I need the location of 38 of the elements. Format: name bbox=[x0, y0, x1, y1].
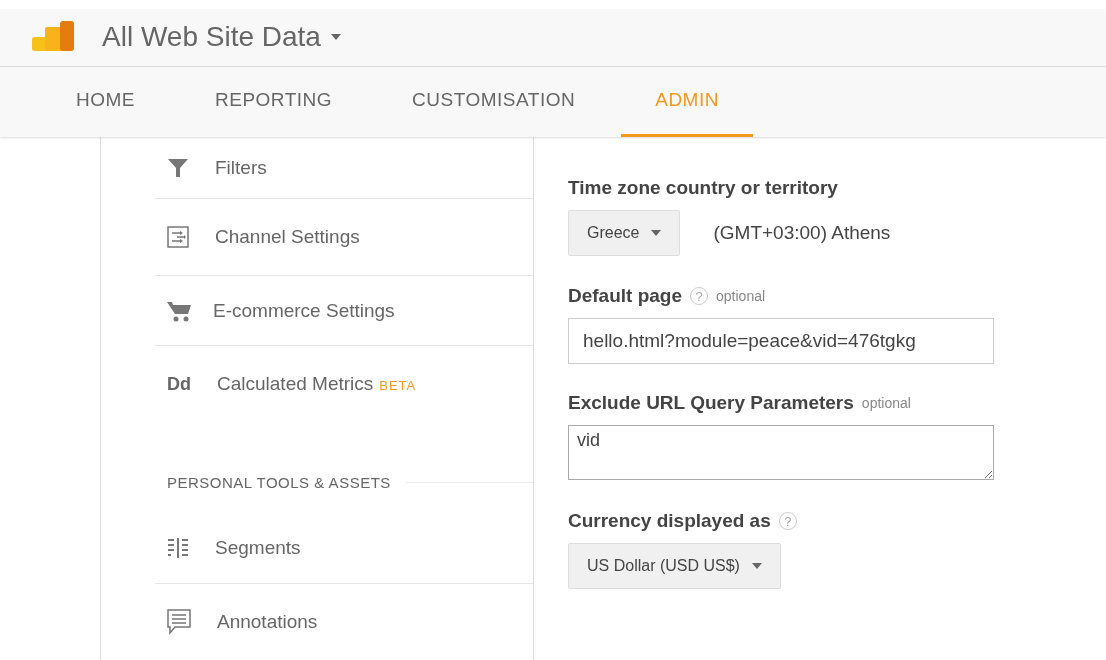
nav-tab[interactable]: REPORTING bbox=[181, 66, 367, 137]
sidebar-item[interactable]: E-commerce Settings bbox=[155, 276, 533, 346]
field-label: Exclude URL Query Parameters bbox=[568, 392, 854, 414]
nav-tab[interactable]: HOME bbox=[42, 66, 169, 137]
dd-icon: Dd bbox=[167, 373, 191, 395]
input-field[interactable]: hello.html?module=peace&vid=476tgkg bbox=[568, 318, 994, 364]
cart-icon bbox=[167, 299, 193, 322]
sidebar-item-label: Filters bbox=[215, 156, 267, 179]
dropdown[interactable]: US Dollar (USD US$) bbox=[568, 543, 781, 589]
sidebar-item[interactable]: Annotations bbox=[155, 584, 533, 660]
optional-note: optional bbox=[861, 395, 911, 411]
text-area[interactable]: vid bbox=[568, 425, 994, 480]
field-label: Currency displayed as bbox=[568, 510, 771, 532]
caret-icon bbox=[751, 563, 762, 569]
segments-icon bbox=[167, 536, 189, 559]
section-heading: PERSONAL TOOLS & ASSETS bbox=[167, 473, 391, 491]
sidebar-item-label: Segments bbox=[215, 536, 301, 559]
field-label: Time zone country or territory bbox=[568, 177, 838, 199]
sidebar-item-label: E-commerce Settings bbox=[213, 299, 395, 322]
field-label: Default page bbox=[568, 285, 683, 307]
sidebar-item[interactable]: Dd Calculated Metrics BETA bbox=[155, 346, 533, 422]
sidebar-item-label: Calculated Metrics BETA bbox=[217, 373, 417, 395]
caret-icon bbox=[651, 230, 662, 236]
comment-icon bbox=[167, 609, 191, 635]
caret-icon bbox=[330, 34, 341, 41]
logo-icon bbox=[30, 21, 75, 54]
nav-tab[interactable]: CUSTOMISATION bbox=[378, 66, 610, 137]
dropdown[interactable]: Greece bbox=[568, 210, 681, 256]
timezone-text: (GMT+03:00) Athens bbox=[713, 222, 891, 244]
sidebar-item-label: Annotations bbox=[217, 611, 318, 633]
filter-icon bbox=[167, 156, 189, 179]
optional-note: optional bbox=[716, 288, 766, 304]
sidebar-item-label: Channel Settings bbox=[215, 226, 360, 248]
sidebar-item[interactable]: Filters bbox=[155, 137, 533, 199]
sidebar-item[interactable]: Channel Settings bbox=[155, 199, 533, 276]
sidebar-item[interactable]: Segments bbox=[155, 512, 533, 584]
property-title[interactable]: All Web Site Data bbox=[102, 21, 321, 54]
sliders-icon bbox=[167, 226, 189, 248]
